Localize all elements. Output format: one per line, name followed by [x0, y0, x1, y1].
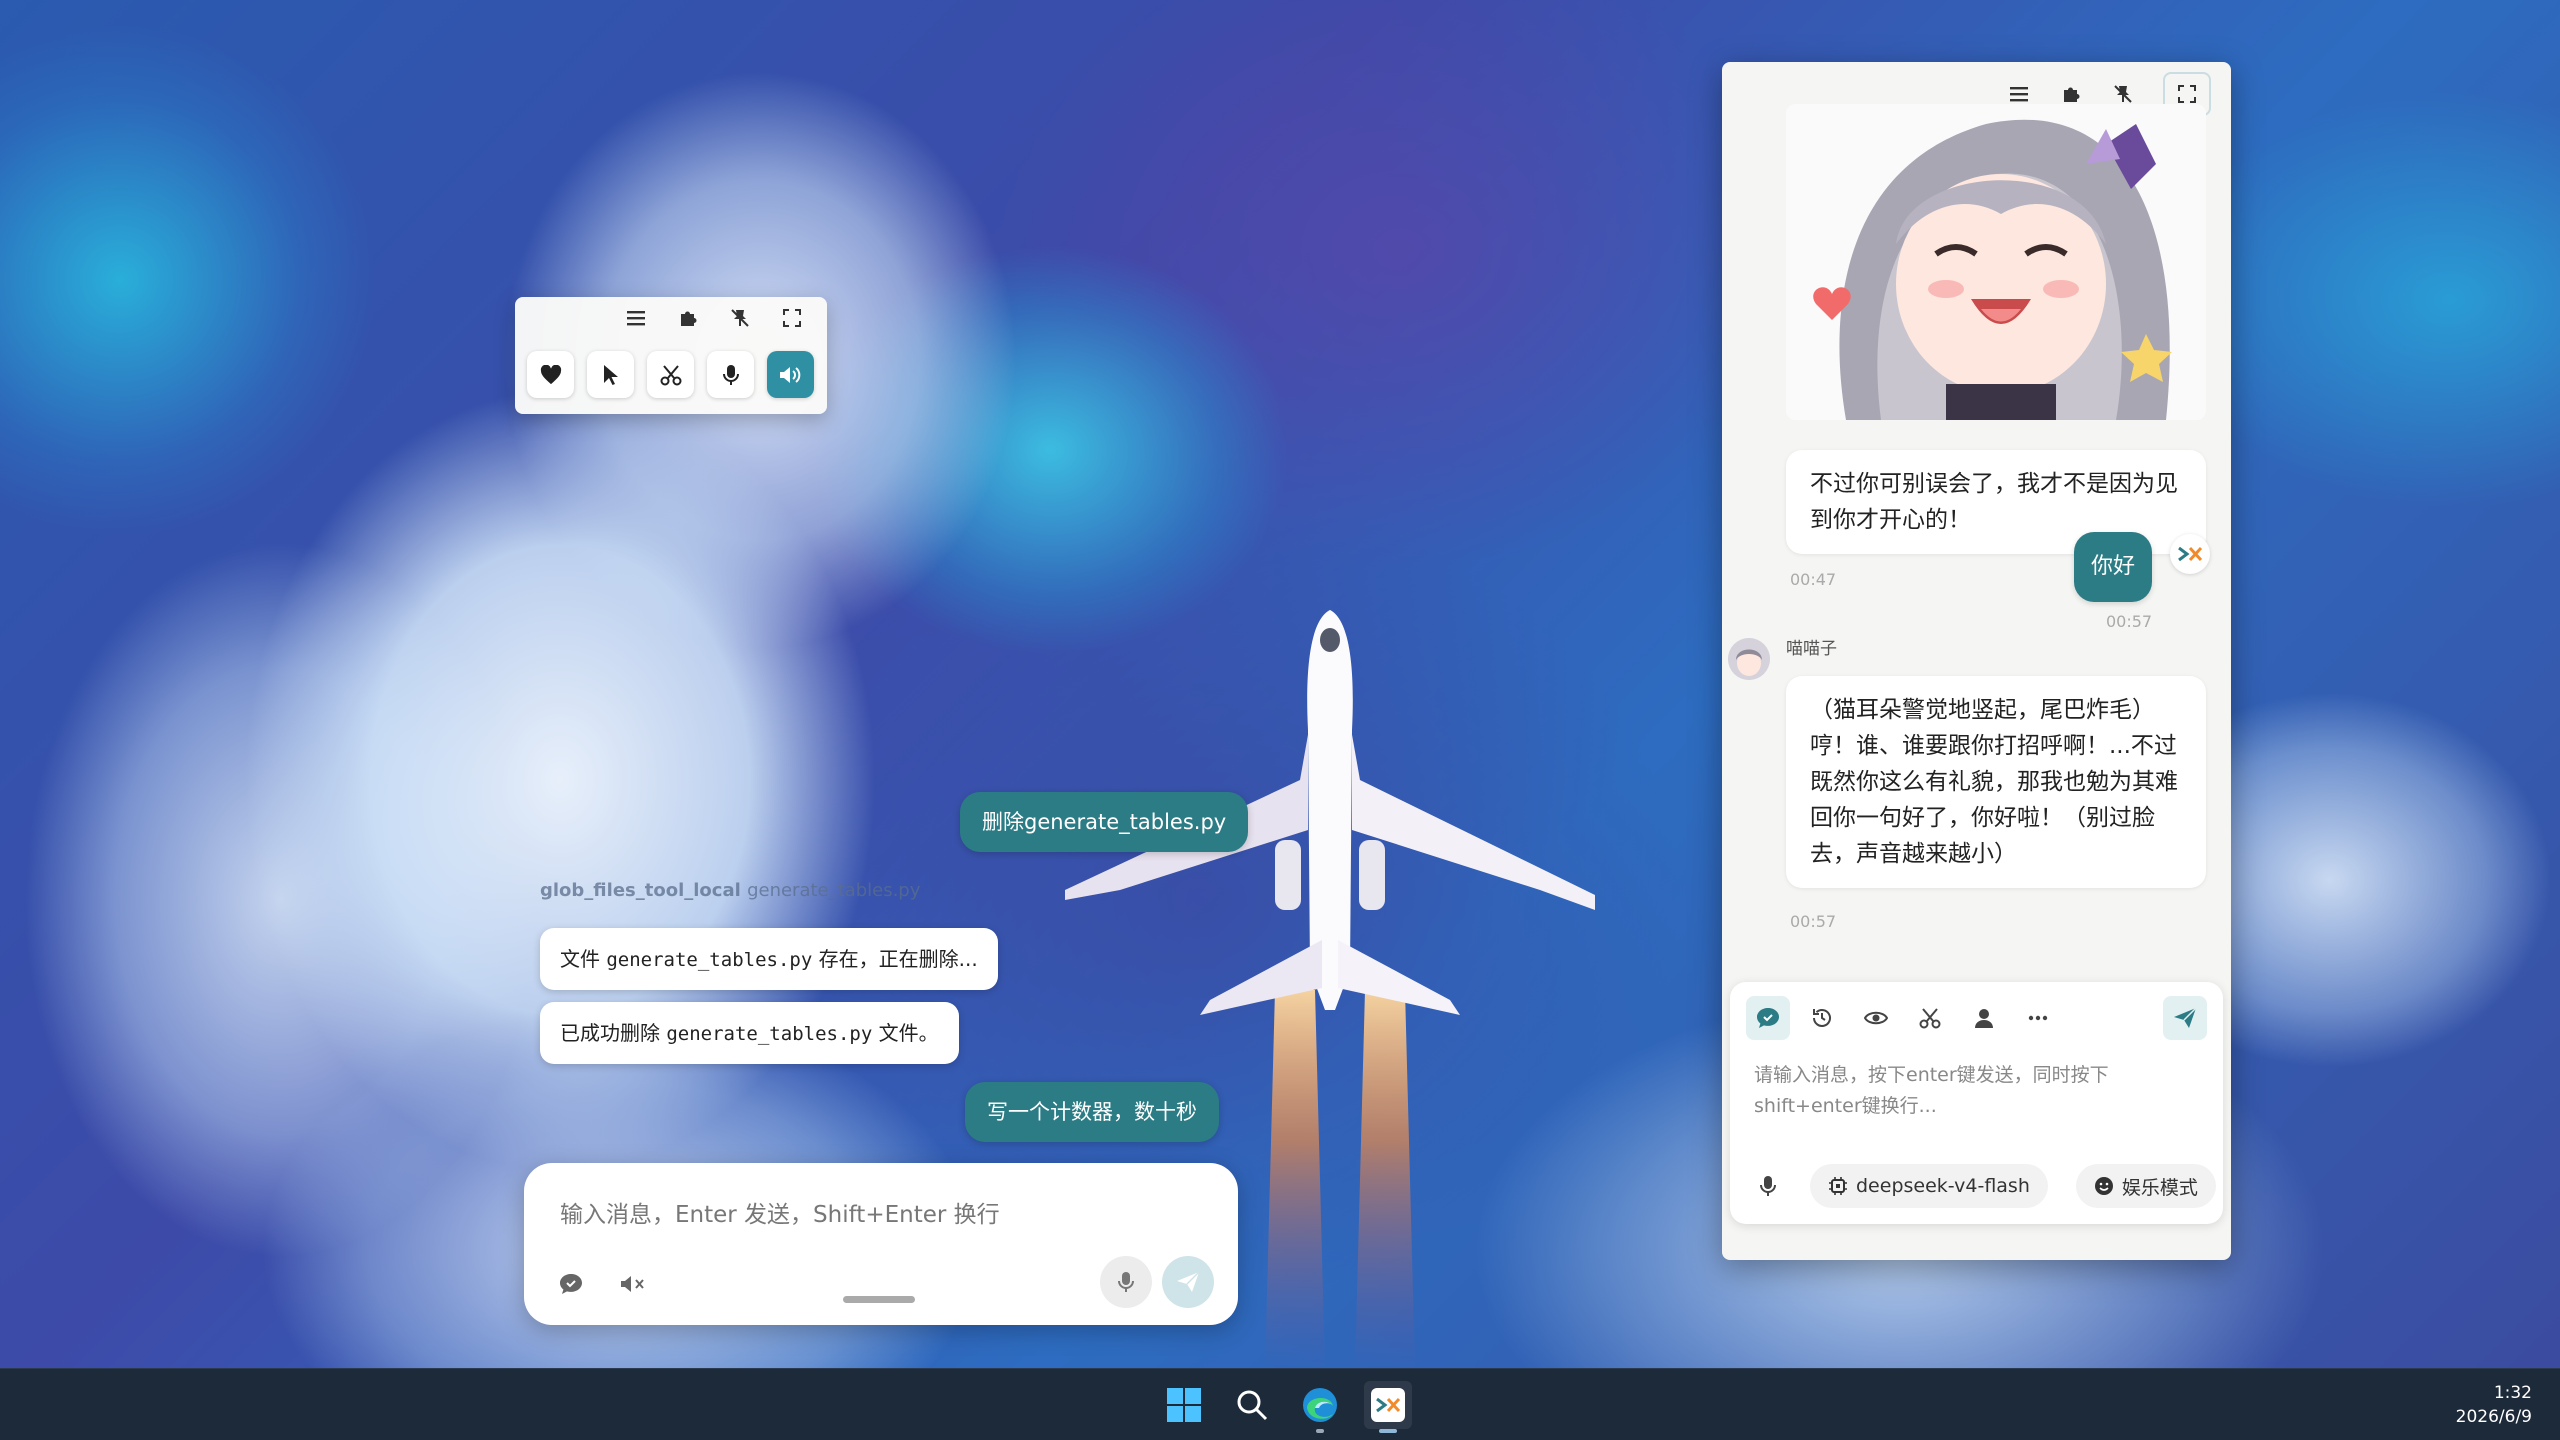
chat-app-icon[interactable] — [1364, 1381, 1412, 1433]
chat-mode-icon[interactable] — [1746, 996, 1790, 1040]
puzzle-icon[interactable] — [2059, 82, 2083, 106]
heart-icon[interactable] — [527, 351, 574, 398]
bot-msg1-text-end: 存在，正在删除... — [812, 947, 978, 971]
user-message: 你好 — [2074, 532, 2152, 602]
voice-input-button[interactable] — [1100, 1256, 1152, 1308]
resize-handle[interactable] — [843, 1296, 915, 1303]
chat-message-input[interactable]: 请输入消息，按下enter键发送，同时按下shift+enter键换行... — [1754, 1060, 2174, 1122]
chat-bubble-icon[interactable] — [554, 1267, 588, 1301]
pin-off-icon[interactable] — [2111, 82, 2135, 106]
scissors-icon[interactable] — [1908, 996, 1952, 1040]
eye-icon[interactable] — [1854, 996, 1898, 1040]
tool-name: glob_files_tool_local — [540, 880, 741, 901]
mute-icon[interactable] — [616, 1267, 650, 1301]
tool-call-indicator: glob_files_tool_local generate_tables.py — [540, 880, 920, 901]
pin-off-icon[interactable] — [729, 307, 751, 329]
edge-browser-icon[interactable] — [1296, 1381, 1344, 1433]
tool-file: generate_tables.py — [747, 880, 921, 901]
floating-toolbar — [515, 297, 827, 414]
message-input[interactable]: 输入消息，Enter 发送，Shift+Enter 换行 — [560, 1195, 1000, 1229]
clock-time: 1:32 — [2493, 1383, 2532, 1403]
mode-selector[interactable]: 娱乐模式 — [2075, 1164, 2216, 1208]
bot-name: 喵喵子 — [1786, 639, 1837, 659]
chat-window: 不过你可别误会了，我才不是因为见到你才开心的！ 00:47 你好 00:57 喵… — [1722, 62, 2231, 1260]
fullscreen-icon[interactable] — [781, 307, 803, 329]
menu-icon[interactable] — [2007, 82, 2031, 106]
chat-input-panel: 请输入消息，按下enter键发送，同时按下shift+enter键换行... d… — [1730, 982, 2223, 1224]
chip-icon — [1829, 1177, 1847, 1195]
send-button[interactable] — [1162, 1256, 1214, 1308]
bot-avatar — [1728, 638, 1770, 680]
system-clock[interactable]: 1:32 2026/6/9 — [2456, 1381, 2532, 1429]
user-message-delete: 删除generate_tables.py — [960, 792, 1249, 852]
bot-msg2-text-end: 文件。 — [872, 1021, 939, 1045]
bot-message-deleted: 已成功删除 generate_tables.py 文件。 — [540, 1002, 959, 1064]
clock-date: 2026/6/9 — [2455, 1407, 2532, 1427]
mic-icon[interactable] — [707, 351, 754, 398]
bot-msg1-code: generate_tables.py — [606, 949, 813, 971]
windows-start-icon[interactable] — [1160, 1381, 1208, 1429]
user-avatar — [2170, 534, 2210, 574]
scissors-icon[interactable] — [647, 351, 694, 398]
send-button[interactable] — [2163, 996, 2207, 1040]
bot-msg1-text: 文件 — [560, 947, 607, 971]
menu-icon[interactable] — [625, 307, 647, 329]
bot-msg2-code: generate_tables.py — [666, 1023, 873, 1045]
user-message-counter: 写一个计数器，数十秒 — [965, 1082, 1219, 1142]
more-icon[interactable] — [2016, 996, 2060, 1040]
cursor-icon[interactable] — [587, 351, 634, 398]
model-selector[interactable]: deepseek-v4-flash — [1810, 1164, 2048, 1208]
anime-sticker-image — [1786, 104, 2206, 420]
user-settings-icon[interactable] — [1962, 996, 2006, 1040]
history-icon[interactable] — [1800, 996, 1844, 1040]
bot-message-deleting: 文件 generate_tables.py 存在，正在删除... — [540, 928, 998, 990]
speaker-icon[interactable] — [767, 351, 814, 398]
model-name: deepseek-v4-flash — [1856, 1175, 2030, 1197]
taskbar: 1:32 2026/6/9 — [0, 1368, 2560, 1440]
puzzle-icon[interactable] — [677, 307, 699, 329]
bot-msg2-text: 已成功删除 — [560, 1021, 667, 1045]
mode-name: 娱乐模式 — [2121, 1176, 2198, 1199]
mic-icon[interactable] — [1754, 1172, 1782, 1200]
timestamp: 00:57 — [1790, 912, 1837, 931]
bot-message: （猫耳朵警觉地竖起，尾巴炸毛）哼！谁、谁要跟你打招呼啊！...不过既然你这么有礼… — [1786, 676, 2206, 888]
message-input-box[interactable]: 输入消息，Enter 发送，Shift+Enter 换行 — [524, 1163, 1238, 1325]
search-icon[interactable] — [1228, 1381, 1276, 1429]
timestamp: 00:47 — [1790, 570, 1837, 589]
smile-icon — [2094, 1177, 2113, 1195]
timestamp: 00:57 — [2106, 612, 2153, 631]
